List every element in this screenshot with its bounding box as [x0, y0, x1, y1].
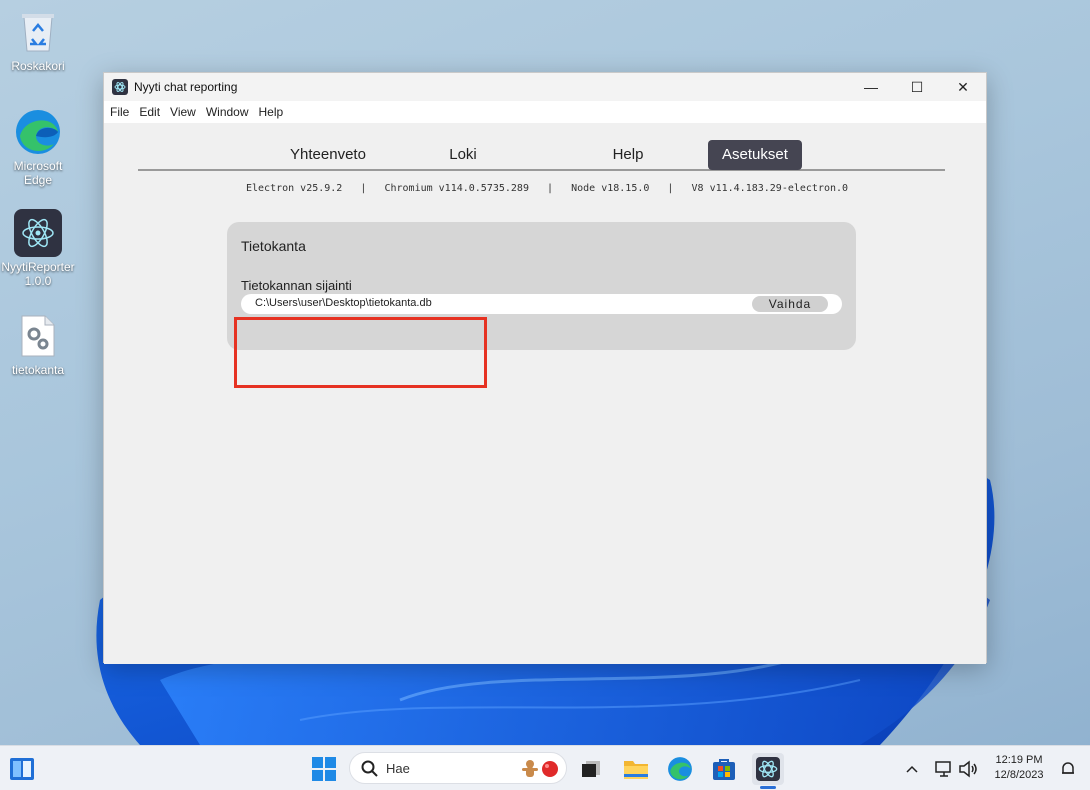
menu-file[interactable]: File [110, 105, 135, 119]
window-title: Nyyti chat reporting [134, 80, 238, 94]
close-button[interactable]: ✕ [940, 73, 986, 101]
database-location-label: Tietokannan sijainti [241, 278, 352, 293]
desktop-icon-label: NyytiReporter 1.0.0 [1, 260, 75, 288]
main-content: Yhteenveto Loki Help Asetukset Electron … [104, 123, 986, 664]
file-settings-icon [14, 312, 62, 360]
menu-view[interactable]: View [170, 105, 202, 119]
desktop-icon-label: Roskakori [11, 59, 65, 73]
desktop-icon-nyytireporter[interactable]: NyytiReporter 1.0.0 [0, 209, 76, 288]
edge-icon[interactable] [664, 753, 696, 785]
store-icon[interactable] [708, 753, 740, 785]
title-bar[interactable]: Nyyti chat reporting — ☐ ✕ [104, 73, 986, 101]
search-box[interactable]: Hae [349, 752, 567, 784]
taskbar: Hae 12:19 PM 12/8/2023 [0, 745, 1090, 790]
section-title: Tietokanta [241, 238, 306, 254]
menu-edit[interactable]: Edit [139, 105, 166, 119]
electron-app-icon [112, 79, 128, 95]
file-explorer-icon[interactable] [620, 753, 652, 785]
desktop-icon-label: tietokanta [11, 363, 65, 377]
maximize-button[interactable]: ☐ [894, 73, 940, 101]
minimize-button[interactable]: — [848, 73, 894, 101]
menu-window[interactable]: Window [206, 105, 255, 119]
task-view-icon[interactable] [575, 753, 607, 785]
database-path-value: C:\Users\user\Desktop\tietokanta.db [255, 297, 432, 309]
search-placeholder: Hae [386, 761, 410, 776]
clock-date: 12/8/2023 [994, 769, 1044, 781]
electron-app-icon [14, 209, 62, 257]
desktop-icon-recycle-bin[interactable]: Roskakori [0, 8, 76, 73]
desktop-icon-tietokanta[interactable]: tietokanta [0, 312, 76, 377]
clock-time: 12:19 PM [995, 754, 1043, 766]
active-app-indicator [760, 786, 776, 789]
start-icon[interactable] [308, 753, 340, 785]
search-icon [361, 760, 378, 777]
menu-bar: File Edit View Window Help [104, 101, 986, 123]
app-window: Nyyti chat reporting — ☐ ✕ File Edit Vie… [103, 72, 987, 664]
tab-help[interactable]: Help [588, 140, 668, 170]
gingerbread-icon [522, 760, 538, 777]
notification-icon[interactable] [1052, 753, 1084, 785]
edge-icon [14, 108, 62, 156]
chevron-up-icon[interactable] [896, 753, 928, 785]
tab-yhteenveto[interactable]: Yhteenveto [278, 140, 378, 170]
desktop-icon-edge[interactable]: Microsoft Edge [0, 108, 76, 187]
highlight-box [234, 317, 487, 388]
clock[interactable]: 12:19 PM 12/8/2023 [986, 753, 1052, 783]
tab-asetukset[interactable]: Asetukset [708, 140, 802, 170]
menu-help[interactable]: Help [259, 105, 290, 119]
tab-bar: Yhteenveto Loki Help Asetukset [138, 131, 945, 171]
ornament-icon [542, 761, 558, 777]
tab-loki[interactable]: Loki [428, 140, 498, 170]
electron-app-icon[interactable] [752, 753, 784, 785]
version-info: Electron v25.9.2 | Chromium v114.0.5735.… [246, 183, 849, 194]
desktop-icon-label: Microsoft Edge [13, 159, 63, 187]
widgets-icon[interactable] [6, 753, 38, 785]
recycle-bin-icon [14, 8, 62, 56]
volume-icon[interactable] [952, 753, 984, 785]
change-path-button[interactable]: Vaihda [752, 296, 828, 312]
database-path-field: C:\Users\user\Desktop\tietokanta.db Vaih… [241, 294, 842, 314]
